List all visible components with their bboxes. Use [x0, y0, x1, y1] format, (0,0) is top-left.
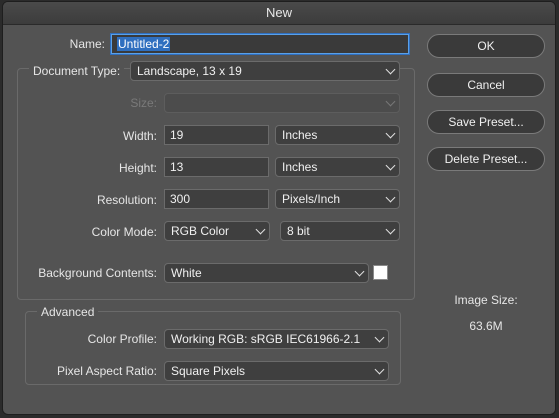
- chevron-down-icon: [255, 224, 266, 235]
- resolution-unit-select[interactable]: Pixels/Inch: [275, 189, 400, 209]
- chevron-down-icon: [374, 364, 385, 375]
- dialog-title: New: [3, 2, 555, 25]
- chevron-down-icon: [354, 266, 365, 277]
- bit-depth-select[interactable]: 8 bit: [280, 221, 400, 241]
- color-mode-value: RGB Color: [171, 224, 230, 238]
- name-input[interactable]: Untitled-2: [111, 34, 409, 54]
- chevron-down-icon: [385, 96, 396, 107]
- chevron-down-icon: [385, 224, 396, 235]
- height-unit-select[interactable]: Inches: [275, 157, 400, 177]
- color-profile-label: Color Profile:: [87, 332, 157, 346]
- resolution-input[interactable]: 300: [164, 189, 269, 209]
- width-input[interactable]: 19: [164, 125, 269, 145]
- size-select[interactable]: [164, 93, 400, 113]
- ok-button[interactable]: OK: [427, 34, 545, 58]
- image-size-label: Image Size:: [454, 293, 518, 307]
- chevron-down-icon: [385, 128, 396, 139]
- document-type-value: Landscape, 13 x 19: [137, 64, 242, 78]
- height-label: Height:: [118, 161, 157, 175]
- resolution-unit-value: Pixels/Inch: [282, 192, 341, 206]
- color-profile-select[interactable]: Working RGB: sRGB IEC61966-2.1: [164, 329, 389, 349]
- background-contents-label: Background Contents:: [38, 266, 157, 280]
- save-preset-button[interactable]: Save Preset...: [427, 110, 545, 134]
- height-unit-value: Inches: [282, 160, 318, 174]
- name-label: Name:: [69, 37, 105, 51]
- chevron-down-icon: [374, 332, 385, 343]
- background-contents-select[interactable]: White: [164, 263, 369, 283]
- chevron-down-icon: [385, 160, 396, 171]
- background-color-swatch[interactable]: [373, 265, 388, 280]
- size-label: Size:: [130, 96, 157, 110]
- resolution-label: Resolution:: [96, 193, 157, 207]
- color-mode-label: Color Mode:: [91, 225, 157, 239]
- advanced-legend: Advanced: [37, 305, 99, 319]
- image-size-value: 63.6M: [469, 319, 503, 333]
- color-mode-select[interactable]: RGB Color: [164, 221, 270, 241]
- document-type-select[interactable]: Landscape, 13 x 19: [130, 61, 400, 81]
- width-unit-value: Inches: [282, 128, 318, 142]
- pixel-aspect-ratio-value: Square Pixels: [171, 364, 246, 378]
- cancel-button[interactable]: Cancel: [427, 73, 545, 97]
- new-document-dialog: New Name: Untitled-2 Document Type: Land…: [2, 1, 556, 415]
- document-type-label: Document Type:: [29, 64, 125, 78]
- color-profile-value: Working RGB: sRGB IEC61966-2.1: [171, 332, 361, 346]
- pixel-aspect-ratio-label: Pixel Aspect Ratio:: [56, 364, 157, 378]
- chevron-down-icon: [385, 192, 396, 203]
- name-value: Untitled-2: [117, 37, 171, 51]
- height-input[interactable]: 13: [164, 157, 269, 177]
- pixel-aspect-ratio-select[interactable]: Square Pixels: [164, 361, 389, 381]
- delete-preset-button[interactable]: Delete Preset...: [427, 147, 545, 171]
- bit-depth-value: 8 bit: [287, 224, 310, 238]
- background-contents-value: White: [171, 266, 202, 280]
- width-unit-select[interactable]: Inches: [275, 125, 400, 145]
- width-label: Width:: [122, 129, 157, 143]
- chevron-down-icon: [385, 64, 396, 75]
